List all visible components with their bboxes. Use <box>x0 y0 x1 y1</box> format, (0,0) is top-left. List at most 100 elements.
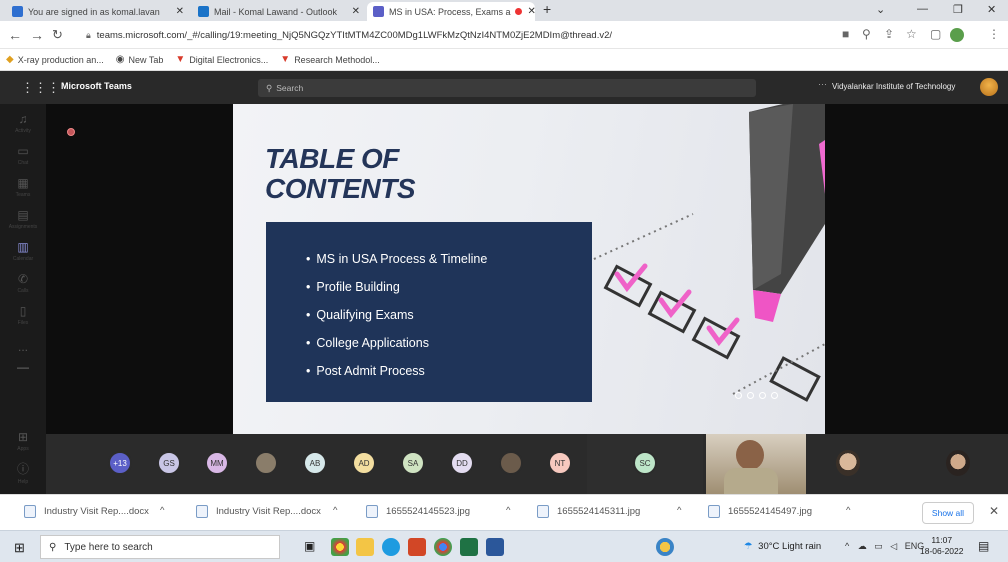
participant-initials: GS <box>163 458 175 468</box>
bookmark-xray[interactable]: ◆ X-ray production an... <box>6 54 104 65</box>
taskbar-search-input[interactable]: ⚲ Type here to search <box>40 535 280 559</box>
participant-avatar[interactable] <box>499 451 523 475</box>
url-text: teams.microsoft.com/_#/calling/19:meetin… <box>96 29 613 41</box>
chrome-app-icon[interactable] <box>434 538 452 556</box>
help-icon: ⓘ <box>16 462 29 476</box>
weather-widget[interactable]: ☂ 30°C Light rain <box>744 541 821 552</box>
participant-tile[interactable]: SC <box>587 434 703 494</box>
participant-strip: +13 GS MM AB AD SA DD NT SC <box>46 434 1008 494</box>
toc-item: Post Admit Process <box>306 364 424 378</box>
participant-tile[interactable] <box>926 434 996 494</box>
browser-tab-strip: You are signed in as komal.lavan ✕ Mail … <box>0 0 1008 21</box>
powerpoint-icon[interactable] <box>408 538 426 556</box>
chevron-up-icon[interactable]: ^ <box>677 505 681 516</box>
download-item[interactable]: 1655524145523.jpg <box>366 505 470 518</box>
tab-title: MS in USA: Process, Exams a <box>389 6 511 17</box>
word-icon[interactable] <box>486 538 504 556</box>
participant-video[interactable] <box>706 434 806 494</box>
star-icon[interactable]: ☆ <box>906 27 917 41</box>
chevron-up-icon[interactable]: ^ <box>506 505 510 516</box>
profile-avatar[interactable] <box>950 28 964 42</box>
chrome-icon[interactable] <box>331 538 349 556</box>
windows-start-icon[interactable]: ⊞ <box>14 540 25 556</box>
download-item[interactable]: Industry Visit Rep....docx <box>196 505 321 518</box>
participant-avatar[interactable]: DD <box>450 451 474 475</box>
participant-photo <box>836 450 860 476</box>
slide-title-line-1: TABLE OF <box>265 143 399 174</box>
back-icon[interactable]: ← <box>8 27 22 43</box>
bookmark-digital-electronics[interactable]: ▼ Digital Electronics... <box>175 54 268 65</box>
system-tray[interactable]: ^ ☁ ▭ ◁ ENG <box>845 541 924 552</box>
task-view-icon[interactable]: ▣ <box>304 539 322 557</box>
taskbar: ⊞ ⚲ Type here to search ▣ ☂ 30°C Light r… <box>0 530 1008 562</box>
side-panel-icon[interactable]: ▢ <box>930 27 941 41</box>
onedrive-icon[interactable]: ☁ <box>858 541 867 551</box>
clock[interactable]: 11:07 18-06-2022 <box>920 535 963 557</box>
show-all-button[interactable]: Show all <box>922 502 974 524</box>
download-item[interactable]: 1655524145497.jpg <box>708 505 812 518</box>
chevron-up-icon[interactable]: ^ <box>845 541 849 551</box>
participant-tile[interactable] <box>816 434 886 494</box>
url-field[interactable]: 🔒︎ teams.microsoft.com/_#/calling/19:mee… <box>80 25 875 45</box>
participant-avatar[interactable]: AD <box>352 451 376 475</box>
download-item[interactable]: 1655524145311.jpg <box>537 505 640 518</box>
dot-icon <box>759 392 766 399</box>
reload-icon[interactable]: ↻ <box>52 27 63 43</box>
share-icon[interactable]: ⇪ <box>884 27 894 41</box>
app-icon[interactable] <box>656 538 674 556</box>
zoom-icon[interactable]: ⚲ <box>862 27 871 41</box>
recording-dot-icon <box>514 8 522 15</box>
browser-tab-signed-in[interactable]: You are signed in as komal.lavan ✕ <box>6 2 190 21</box>
participant-avatar[interactable]: GS <box>157 451 181 475</box>
bookmark-new-tab[interactable]: ◉ New Tab <box>116 54 164 65</box>
phone-icon: ✆ <box>17 272 29 286</box>
avatar[interactable] <box>980 78 998 96</box>
taskbar-search-placeholder: Type here to search <box>64 541 153 553</box>
close-icon[interactable]: ✕ <box>989 504 999 518</box>
org-name[interactable]: Vidyalankar Institute of Technology <box>832 82 955 91</box>
maximize-icon[interactable]: ❐ <box>953 3 963 16</box>
chevron-up-icon[interactable]: ^ <box>333 505 337 516</box>
dot-icon <box>747 392 754 399</box>
participant-body <box>724 468 778 494</box>
participant-avatar[interactable]: +13 <box>108 451 132 475</box>
chat-icon: ▭ <box>17 144 29 158</box>
volume-icon[interactable]: ◁ <box>890 541 897 551</box>
download-item[interactable]: Industry Visit Rep....docx <box>24 505 149 518</box>
chevron-up-icon[interactable]: ^ <box>846 505 850 516</box>
new-tab-button[interactable]: + <box>543 1 551 17</box>
minimize-icon[interactable]: — <box>917 3 928 15</box>
participant-avatar[interactable] <box>254 451 278 475</box>
chevron-up-icon[interactable]: ^ <box>160 505 164 516</box>
recording-indicator <box>67 128 75 136</box>
more-options-icon[interactable]: ··· <box>818 79 827 89</box>
search-input[interactable]: ⚲ Search <box>258 79 756 97</box>
bookmark-research[interactable]: ▼ Research Methodol... <box>280 54 379 65</box>
participant-avatar[interactable]: MM <box>205 451 229 475</box>
camera-icon[interactable]: ■ <box>842 27 849 41</box>
close-window-icon[interactable]: ✕ <box>987 3 996 16</box>
clock-time: 11:07 <box>931 535 953 545</box>
forward-icon[interactable]: → <box>30 27 44 43</box>
participant-avatar[interactable]: NT <box>548 451 572 475</box>
app-launcher-icon[interactable]: ⋮⋮⋮ <box>21 80 60 96</box>
edge-icon[interactable] <box>382 538 400 556</box>
close-tab-icon[interactable]: ✕ <box>522 6 535 17</box>
notification-icon[interactable]: ▤ <box>978 539 989 553</box>
close-tab-icon[interactable]: ✕ <box>346 6 360 17</box>
participant-avatar[interactable]: SA <box>401 451 425 475</box>
browser-tab-teams[interactable]: MS in USA: Process, Exams a ✕ <box>367 2 535 21</box>
network-icon[interactable]: ▭ <box>874 541 883 551</box>
browser-tab-outlook[interactable]: Mail - Komal Lawand - Outlook ✕ <box>192 2 366 21</box>
participant-initials: AD <box>358 458 370 468</box>
shared-slide: TABLE OF CONTENTS MS in USA Process & Ti… <box>233 104 825 434</box>
menu-icon[interactable]: ⋮ <box>988 27 1000 41</box>
slide-title: TABLE OF CONTENTS <box>265 143 416 204</box>
excel-icon[interactable] <box>460 538 478 556</box>
file-explorer-icon[interactable] <box>356 538 374 556</box>
dot-icon <box>771 392 778 399</box>
address-bar-row: ← → ↻ 🔒︎ teams.microsoft.com/_#/calling/… <box>0 21 1008 49</box>
participant-avatar[interactable]: AB <box>303 451 327 475</box>
close-tab-icon[interactable]: ✕ <box>170 6 184 17</box>
tab-search-chevron-icon[interactable]: ⌄ <box>876 3 885 16</box>
